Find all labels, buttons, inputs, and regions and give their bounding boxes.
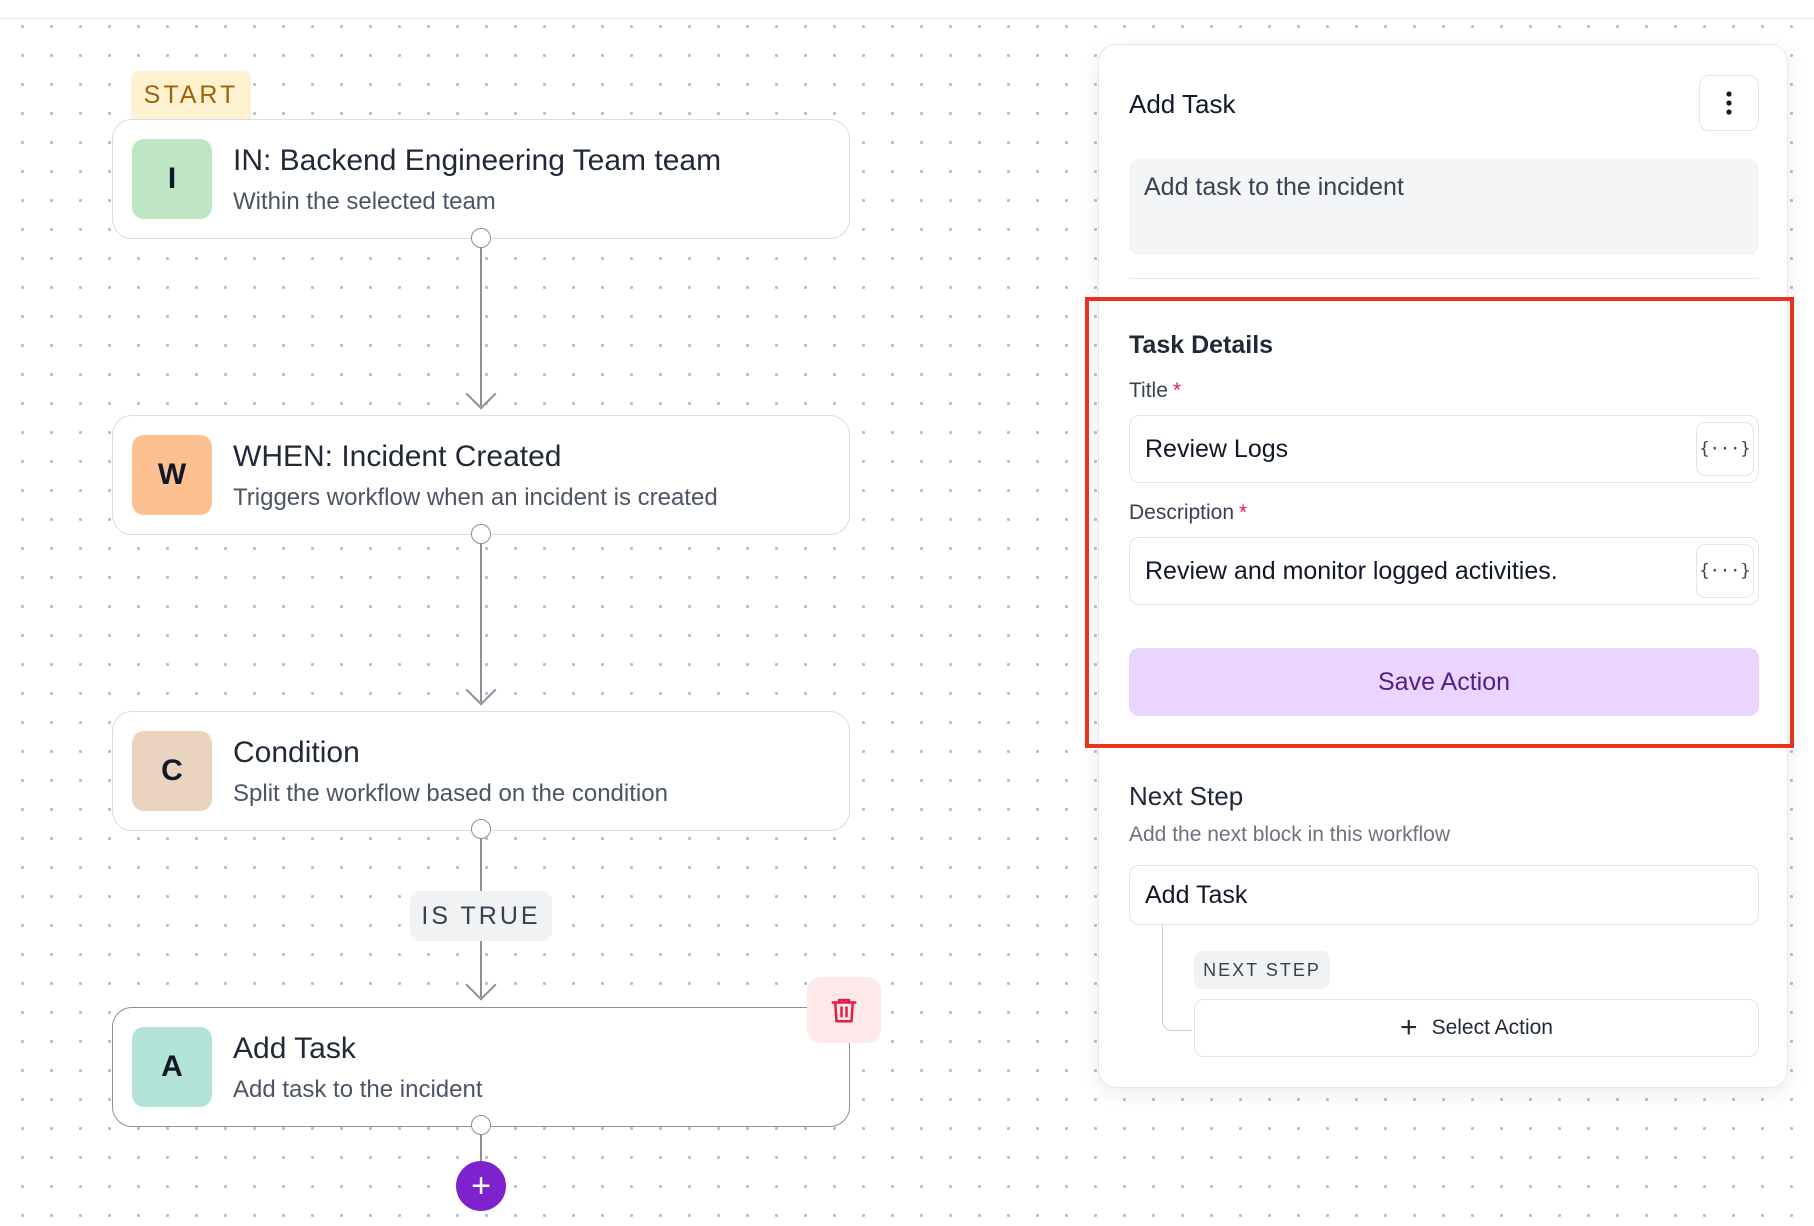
output-port[interactable] [471,524,491,544]
node-title: WHEN: Incident Created [233,440,562,473]
highlight-annotation [1085,297,1794,748]
next-step-badge: NEXT STEP [1194,951,1330,989]
workflow-node-condition[interactable]: C Condition Split the workflow based on … [112,711,850,831]
next-step-heading: Next Step [1129,781,1244,811]
condition-branch-label: IS TRUE [410,891,552,941]
workflow-node-trigger[interactable]: W WHEN: Incident Created Triggers workfl… [112,415,850,535]
connector-line [480,839,482,891]
node-subtitle: Within the selected team [233,188,496,215]
output-port[interactable] [471,1115,491,1135]
node-avatar: I [132,139,212,219]
node-avatar: C [132,731,212,811]
select-action-label: Select Action [1431,1016,1553,1039]
output-port[interactable] [471,228,491,248]
arrow-down-icon [465,969,497,1001]
next-block-item[interactable]: Add Task [1129,865,1759,925]
add-step-button[interactable]: + [456,1161,506,1211]
panel-description: Add task to the incident [1129,159,1759,255]
start-badge: START [131,71,251,119]
node-subtitle: Add task to the incident [233,1076,483,1103]
next-step-subtitle: Add the next block in this workflow [1129,823,1450,846]
node-title: IN: Backend Engineering Team team [233,144,722,177]
arrow-down-icon [465,674,497,706]
arrow-down-icon [465,378,497,410]
panel-menu-button[interactable] [1699,75,1759,131]
top-border [0,0,1814,19]
node-subtitle: Split the workflow based on the conditio… [233,780,668,807]
node-avatar: A [132,1027,212,1107]
node-subtitle: Triggers workflow when an incident is cr… [233,484,718,511]
node-title: Condition [233,736,360,769]
kebab-icon [1726,91,1732,115]
workflow-node-add-task[interactable]: A Add Task Add task to the incident [112,1007,850,1127]
node-title: Add Task [233,1032,356,1065]
output-port[interactable] [471,819,491,839]
node-avatar: W [132,435,212,515]
panel-title: Add Task [1129,89,1236,119]
delete-node-button[interactable] [807,977,881,1043]
tree-connector [1162,925,1192,1031]
plus-icon: + [1400,1011,1418,1044]
divider [1129,278,1759,279]
select-action-button[interactable]: + Select Action [1194,999,1759,1057]
workflow-node-team[interactable]: I IN: Backend Engineering Team team With… [112,119,850,239]
trash-icon [831,998,857,1023]
connector-line [480,1135,482,1161]
